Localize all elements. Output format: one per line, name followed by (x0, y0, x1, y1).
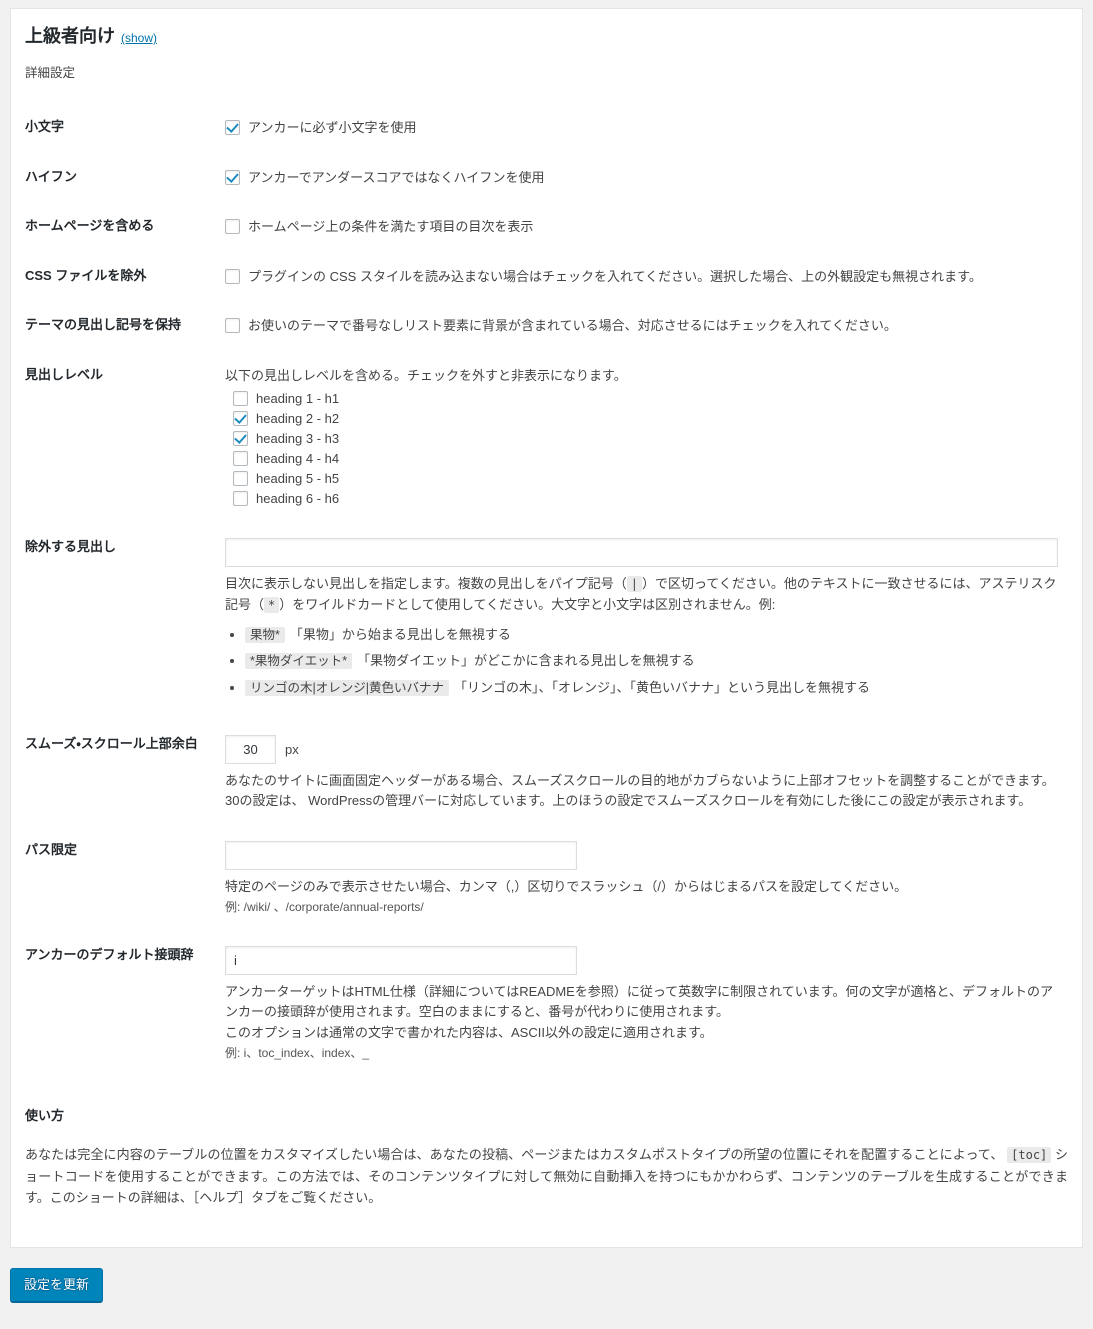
checkbox-label: お使いのテーマで番号なしリスト要素に背景が含まれている場合、対応させるにはチェッ… (248, 318, 897, 334)
row-include-homepage: ホームページを含める ホームページ上の条件を満たす項目の目次を表示 (25, 202, 1068, 252)
checkbox-label: ホームページ上の条件を満たす項目の目次を表示 (248, 219, 534, 235)
usage-text-1: あなたは完全に内容のテーブルの位置をカスタマイズしたい場合は、あなたの投稿、ペー… (25, 1146, 1004, 1162)
checkbox-hyphenate[interactable]: アンカーでアンダースコアではなくハイフンを使用 (225, 168, 1058, 188)
list-item: リンゴの木|オレンジ|黄色いバナナ「リンゴの木」、「オレンジ」、「黄色いバナナ」… (245, 678, 1058, 698)
checkbox-icon[interactable] (233, 430, 248, 446)
unit-label: px (285, 741, 299, 757)
checkbox-exclude-css[interactable]: プラグインの CSS スタイルを読み込まない場合はチェックを入れてください。選択… (225, 267, 1058, 287)
row-anchor-prefix: アンカーのデフォルト接頭辞 アンカーターゲットはHTML仕様（詳細についてはRE… (25, 931, 1068, 1076)
smooth-scroll-offset-input[interactable] (225, 734, 276, 764)
show-toggle-link[interactable]: (show) (121, 31, 157, 45)
row-lowercase: 小文字 アンカーに必ず小文字を使用 (25, 103, 1068, 153)
list-item: 果物*「果物」から始まる見出しを無視する (245, 625, 1058, 645)
exclude-headings-input[interactable] (225, 538, 1058, 568)
restrict-path-description: 特定のページのみで表示させたい場合、カンマ（,）区切りでスラッシュ（/）からはじ… (225, 879, 908, 895)
checkbox-icon[interactable] (225, 219, 240, 235)
asterisk-symbol-code: * (264, 596, 280, 613)
anchor-prefix-example: 例: i、toc_index、index、_ (225, 1045, 370, 1060)
list-item[interactable]: heading 1 - h1 (233, 388, 1058, 408)
save-settings-button[interactable]: 設定を更新 (10, 1268, 104, 1302)
row-heading-levels: 見出しレベル 以下の見出しレベルを含める。チェックを外すと非表示になります。 h… (25, 351, 1068, 524)
checkbox-icon[interactable] (225, 169, 240, 185)
checkbox-lowercase[interactable]: アンカーに必ず小文字を使用 (225, 118, 1058, 138)
heading-level-label: heading 3 - h3 (256, 430, 340, 446)
smooth-scroll-offset-description: あなたのサイトに画面固定ヘッダーがある場合、スムーズスクロールの目的地がカブらな… (225, 772, 1055, 809)
heading-level-label: heading 6 - h6 (256, 490, 340, 506)
row-label-include-homepage: ホームページを含める (25, 218, 155, 234)
row-label-smooth-scroll-offset: スムーズ・スクロール上部余白 (25, 735, 198, 751)
example-code: 果物* (245, 626, 285, 643)
heading-levels-list: heading 1 - h1 heading 2 - h2 heading 3 … (225, 388, 1058, 508)
anchor-prefix-input[interactable] (225, 946, 577, 976)
example-text: 「果物ダイエット」がどこかに含まれる見出しを無視する (357, 653, 695, 669)
checkbox-icon[interactable] (233, 470, 248, 486)
row-label-lowercase: 小文字 (25, 119, 65, 135)
row-label-preserve-theme-bullets: テーマの見出し記号を保持 (25, 317, 182, 333)
heading-level-label: heading 4 - h4 (256, 450, 340, 466)
settings-panel: 上級者向け (show) 詳細設定 小文字 アンカーに必ず小文字を使用 ハイフン… (10, 8, 1083, 1248)
heading-levels-intro: 以下の見出しレベルを含める。チェックを外すと非表示になります。 (225, 367, 627, 383)
anchor-prefix-description-2: このオプションは通常の文字で書かれた内容は、ASCII以外の設定に適用されます。 (225, 1024, 713, 1040)
example-code: *果物ダイエット* (245, 653, 353, 670)
checkbox-icon[interactable] (233, 450, 248, 466)
exclude-headings-examples: 果物*「果物」から始まる見出しを無視する *果物ダイエット*「果物ダイエット」が… (225, 625, 1058, 698)
example-text: 「リンゴの木」、「オレンジ」、「黄色いバナナ」という見出しを無視する (454, 680, 871, 696)
pipe-symbol-code: | (626, 576, 642, 593)
list-item[interactable]: heading 6 - h6 (233, 488, 1058, 508)
example-text: 「果物」から始まる見出しを無視する (289, 626, 511, 642)
heading-level-label: heading 1 - h1 (256, 390, 340, 406)
checkbox-icon[interactable] (225, 120, 240, 136)
submit-area: 設定を更新 (0, 1248, 1093, 1302)
list-item[interactable]: heading 2 - h2 (233, 408, 1058, 428)
section-header: 上級者向け (show) 詳細設定 (25, 21, 1068, 81)
restrict-path-input[interactable] (225, 841, 577, 871)
row-hyphenate: ハイフン アンカーでアンダースコアではなくハイフンを使用 (25, 153, 1068, 203)
desc-part-1: 目次に表示しない見出しを指定します。複数の見出しをパイプ記号（ (225, 576, 627, 592)
row-label-exclude-css: CSS ファイルを除外 (25, 267, 147, 283)
row-label-hyphenate: ハイフン (25, 168, 78, 184)
restrict-path-example: 例: /wiki/ 、/corporate/annual-reports/ (225, 900, 424, 915)
heading-level-label: heading 5 - h5 (256, 470, 340, 486)
row-restrict-path: パス限定 特定のページのみで表示させたい場合、カンマ（,）区切りでスラッシュ（/… (25, 826, 1068, 931)
checkbox-icon[interactable] (233, 490, 248, 506)
list-item[interactable]: heading 5 - h5 (233, 468, 1058, 488)
section-subtitle: 詳細設定 (25, 66, 76, 81)
checkbox-include-homepage[interactable]: ホームページ上の条件を満たす項目の目次を表示 (225, 217, 1058, 237)
heading-level-label: heading 2 - h2 (256, 410, 340, 426)
advanced-settings-table: 小文字 アンカーに必ず小文字を使用 ハイフン アンカーでアンダースコアではなくハ… (25, 103, 1068, 1076)
exclude-headings-description: 目次に表示しない見出しを指定します。複数の見出しをパイプ記号（ | ）で区切ってくだ… (225, 574, 1058, 614)
list-item: *果物ダイエット*「果物ダイエット」がどこかに含まれる見出しを無視する (245, 651, 1058, 671)
checkbox-label: アンカーでアンダースコアではなくハイフンを使用 (248, 169, 545, 185)
list-item[interactable]: heading 3 - h3 (233, 428, 1058, 448)
checkbox-label: プラグインの CSS スタイルを読み込まない場合はチェックを入れてください。選択… (248, 268, 982, 284)
row-label-exclude-headings: 除外する見出し (25, 539, 117, 555)
desc-part-3: ）をワイルドカードとして使用してください。大文字と小文字は区別されません。例: (279, 596, 776, 612)
checkbox-icon[interactable] (225, 318, 240, 334)
usage-body: あなたは完全に内容のテーブルの位置をカスタマイズしたい場合は、あなたの投稿、ペー… (25, 1144, 1068, 1209)
usage-title: 使い方 (25, 1107, 65, 1123)
row-exclude-headings: 除外する見出し 目次に表示しない見出しを指定します。複数の見出しをパイプ記号（ |… (25, 523, 1068, 720)
page-title: 上級者向け (25, 26, 115, 46)
checkbox-icon[interactable] (225, 268, 240, 284)
row-smooth-scroll-offset: スムーズ・スクロール上部余白 px あなたのサイトに画面固定ヘッダーがある場合、… (25, 720, 1068, 826)
list-item[interactable]: heading 4 - h4 (233, 448, 1058, 468)
checkbox-preserve-theme-bullets[interactable]: お使いのテーマで番号なしリスト要素に背景が含まれている場合、対応させるにはチェッ… (225, 316, 1058, 336)
row-label-restrict-path: パス限定 (25, 842, 78, 858)
checkbox-icon[interactable] (233, 410, 248, 426)
row-exclude-css: CSS ファイルを除外 プラグインの CSS スタイルを読み込まない場合はチェッ… (25, 252, 1068, 302)
example-code: リンゴの木|オレンジ|黄色いバナナ (245, 680, 449, 697)
toc-shortcode-code: [toc] (1007, 1146, 1052, 1163)
row-label-heading-levels: 見出しレベル (25, 366, 104, 382)
row-label-anchor-prefix: アンカーのデフォルト接頭辞 (25, 947, 194, 963)
checkbox-icon[interactable] (233, 390, 248, 406)
anchor-prefix-description-1: アンカーターゲットはHTML仕様（詳細についてはREADMEを参照）に従って英数… (225, 984, 1053, 1020)
row-preserve-theme-bullets: テーマの見出し記号を保持 お使いのテーマで番号なしリスト要素に背景が含まれている… (25, 301, 1068, 351)
checkbox-label: アンカーに必ず小文字を使用 (248, 120, 417, 136)
